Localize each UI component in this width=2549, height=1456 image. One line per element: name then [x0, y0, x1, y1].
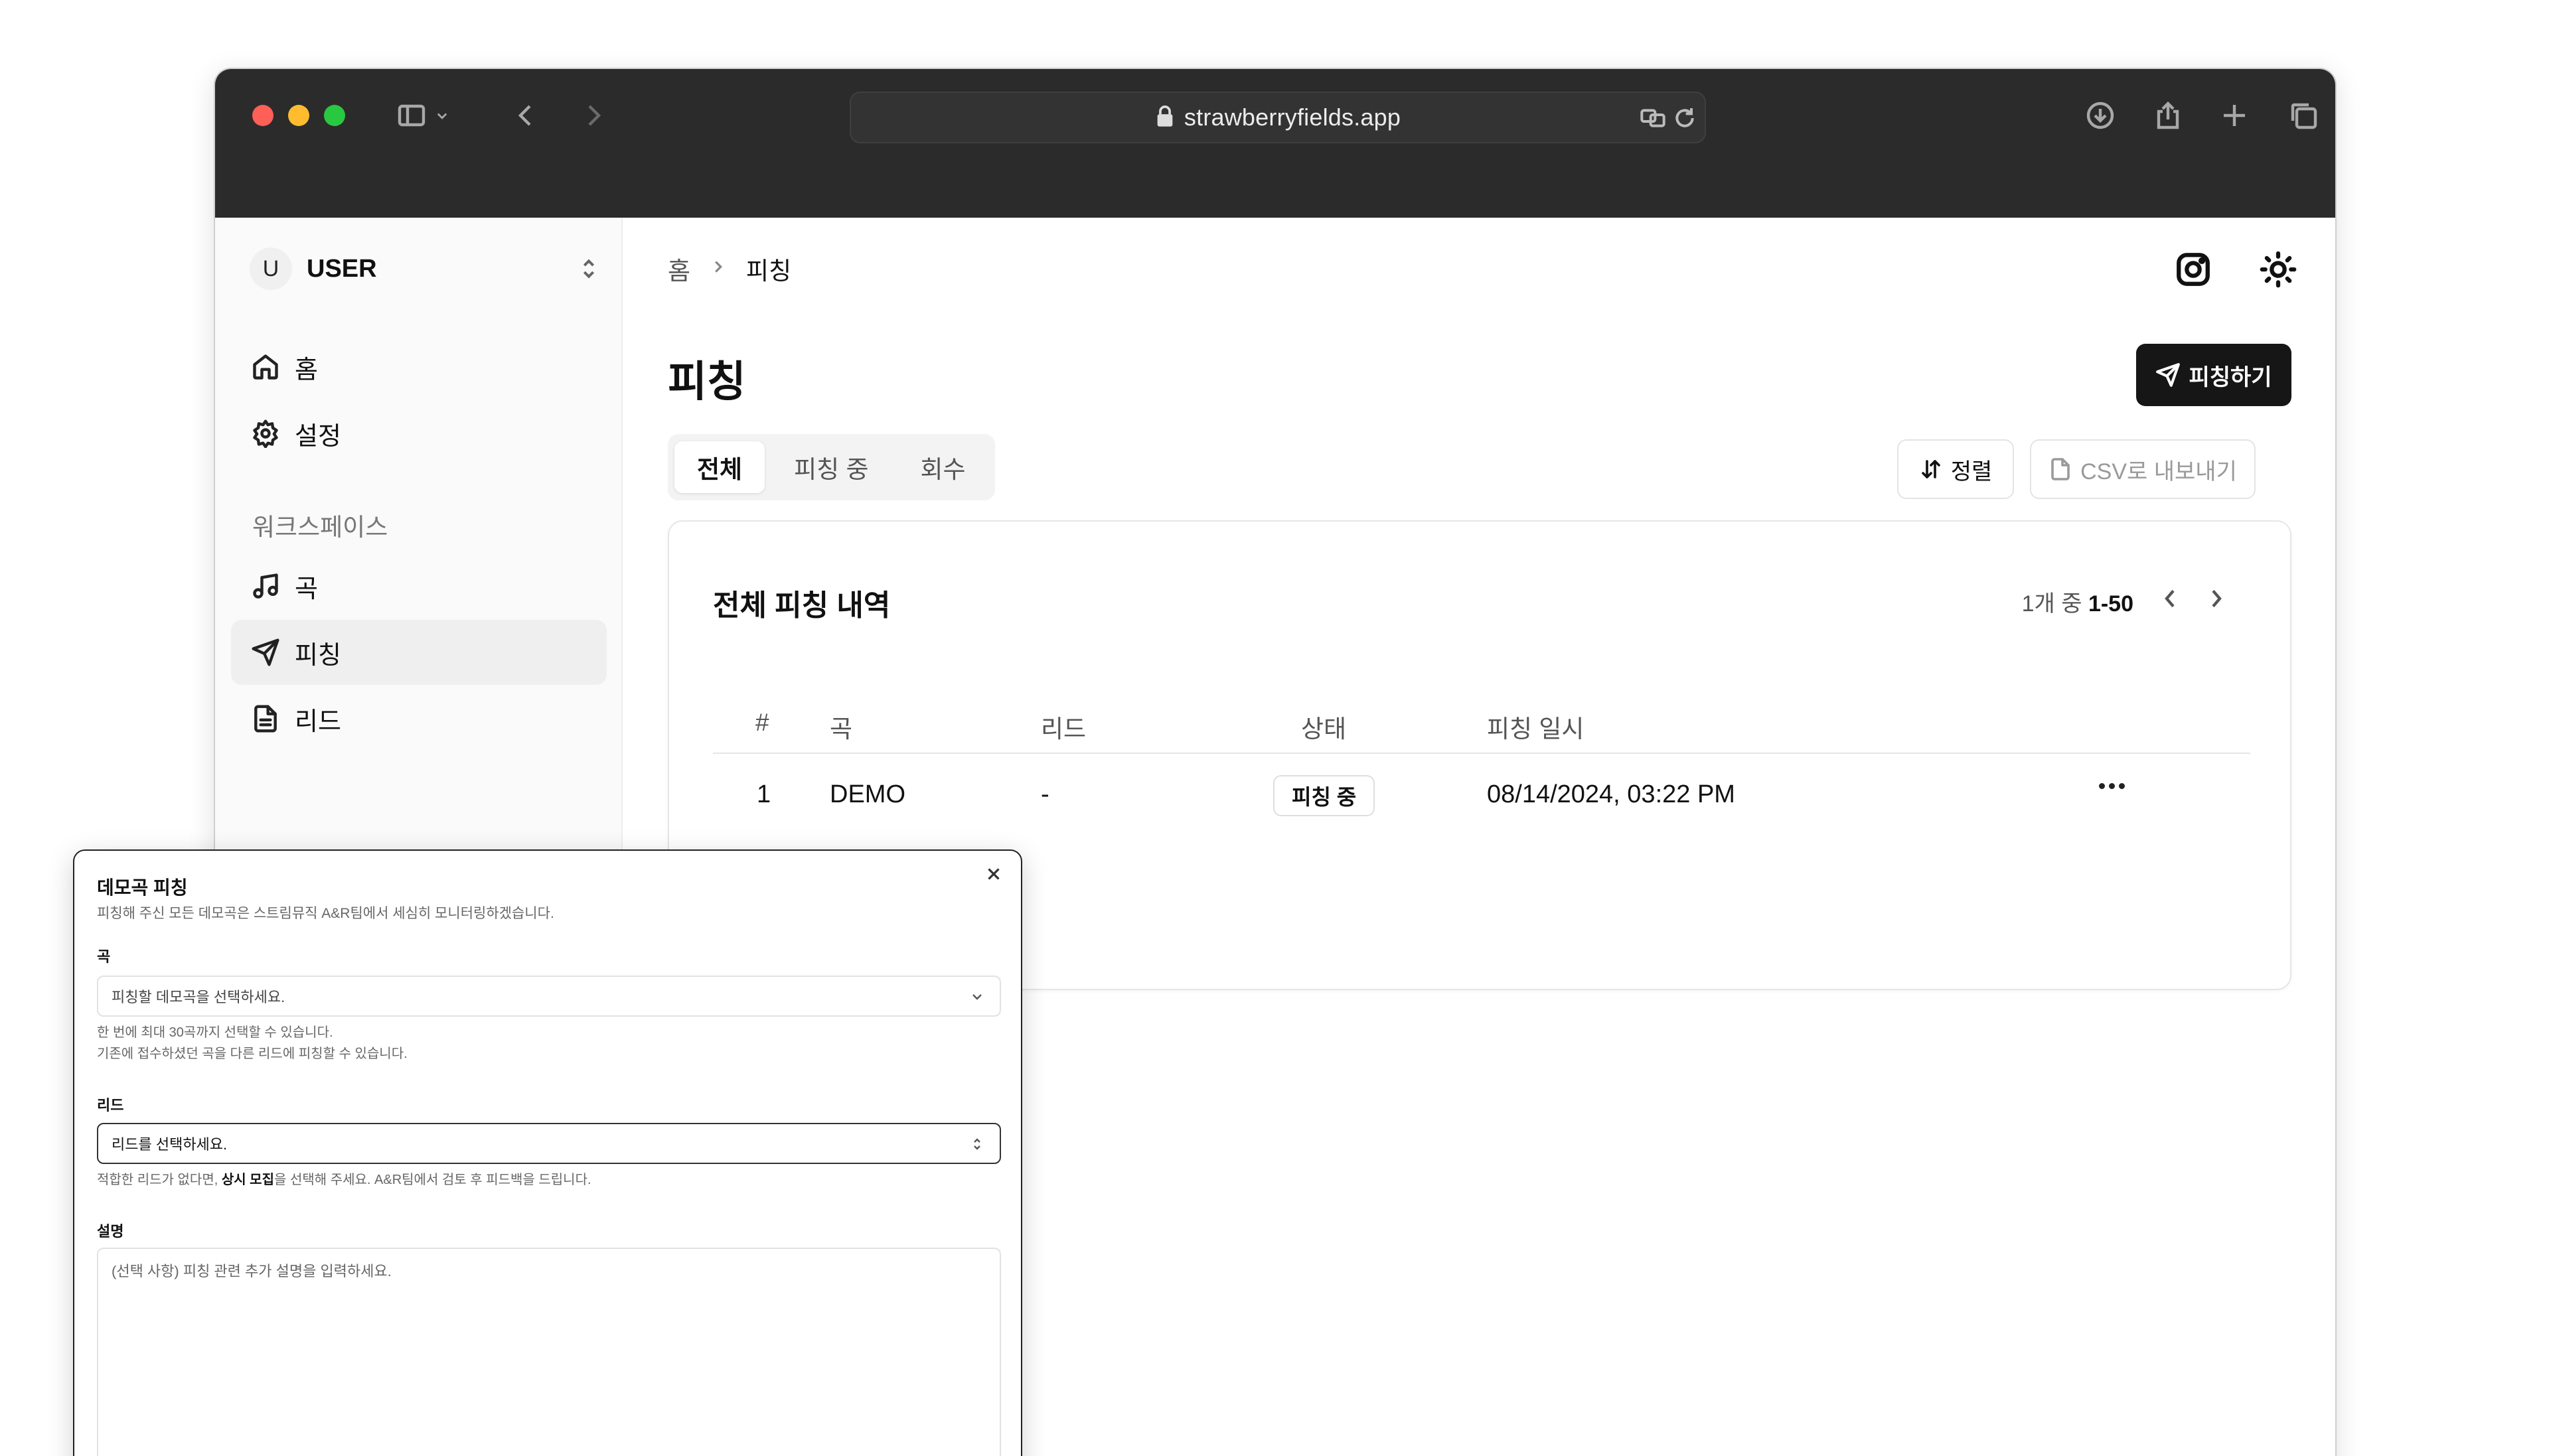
new-tab-icon[interactable]: [2214, 96, 2254, 135]
sidebar-item-pitching[interactable]: 피칭: [231, 620, 607, 685]
pitch-button-label: 피칭하기: [2189, 364, 2272, 390]
sidebar-item-label: 홈: [295, 356, 318, 384]
url-text: strawberryfields.app: [1184, 104, 1401, 131]
send-icon: [2156, 363, 2181, 387]
download-icon[interactable]: [2080, 96, 2120, 135]
row-song: DEMO: [830, 780, 905, 808]
chevron-right-icon: [710, 255, 726, 283]
dialog-title: 데모곡 피칭: [97, 877, 188, 898]
breadcrumb-home[interactable]: 홈: [668, 251, 690, 287]
close-window-button[interactable]: [252, 105, 273, 126]
pagination-range: 1-50: [2088, 591, 2133, 617]
sidebar-item-label: 설정: [295, 422, 341, 451]
description-placeholder: (선택 사항) 피칭 관련 추가 설명을 입력하세요.: [112, 1263, 392, 1279]
tab-list: 전체 피칭 중 회수: [668, 434, 995, 500]
chevron-up-down-icon: [974, 1138, 980, 1150]
song-field-label: 곡: [97, 948, 111, 965]
sidebar-item-label: 곡: [295, 575, 318, 603]
chevron-down-icon[interactable]: [429, 96, 455, 135]
browser-titlebar: strawberryfields.app: [215, 69, 2335, 218]
column-header-song: 곡: [830, 715, 853, 743]
tab-all[interactable]: 전체: [674, 441, 765, 493]
breadcrumb: 홈 피칭: [668, 246, 791, 292]
zoom-window-button[interactable]: [324, 105, 345, 126]
prev-page-icon[interactable]: [2160, 585, 2180, 618]
export-csv-button[interactable]: CSV로 내보내기: [2030, 439, 2256, 499]
row-date: 08/14/2024, 03:22 PM: [1487, 780, 1735, 808]
card-title: 전체 피칭 내역: [713, 589, 891, 622]
share-icon[interactable]: [2148, 96, 2188, 135]
close-icon[interactable]: [984, 864, 1008, 888]
description-textarea[interactable]: (선택 사항) 피칭 관련 추가 설명을 입력하세요.: [97, 1248, 1001, 1456]
forward-icon[interactable]: [574, 96, 613, 135]
chevron-up-down-icon: [579, 255, 601, 282]
pagination-text: 1개 중 1-50: [2022, 585, 2133, 618]
pitch-button[interactable]: 피칭하기: [2136, 344, 2291, 406]
user-switcher[interactable]: U USER: [250, 246, 601, 292]
pagination: 1개 중 1-50: [2022, 585, 2226, 618]
column-header-lead: 리드: [1041, 715, 1087, 743]
lead-hint-pre: 적합한 리드가 없다면,: [97, 1173, 222, 1187]
sidebar-item-songs[interactable]: 곡: [231, 553, 607, 619]
user-name: USER: [307, 254, 377, 283]
row-lead: -: [1041, 780, 1049, 808]
column-header-status: 상태: [1301, 715, 1347, 743]
tab-withdrawn[interactable]: 회수: [898, 441, 988, 493]
document-icon: [254, 705, 277, 733]
column-header-number: #: [755, 709, 769, 736]
row-number: 1: [757, 780, 771, 808]
section-label-workspace: 워크스페이스: [252, 514, 388, 541]
lead-hint-open-call: 상시 모집: [221, 1173, 274, 1187]
reload-icon[interactable]: [1671, 105, 1698, 131]
song-select-placeholder: 피칭할 데모곡을 선택하세요.: [112, 989, 285, 1005]
translate-icon[interactable]: [1640, 105, 1666, 131]
breadcrumb-current: 피칭: [746, 257, 792, 285]
sidebar-item-label: 피칭: [295, 641, 341, 670]
lead-select-placeholder: 리드를 선택하세요.: [112, 1136, 228, 1153]
instagram-icon[interactable]: [2171, 247, 2216, 292]
table-header: # 곡 리드 상태 피칭 일시: [713, 692, 2250, 754]
send-icon: [252, 638, 279, 666]
export-csv-button-label: CSV로 내보내기: [2080, 459, 2237, 484]
song-hint-limit: 한 번에 최대 30곡까지 선택할 수 있습니다.: [97, 1025, 333, 1040]
minimize-window-button[interactable]: [288, 105, 309, 126]
lead-hint: 적합한 리드가 없다면, 상시 모집을 선택해 주세요. A&R팀에서 검토 후…: [97, 1169, 591, 1191]
lead-select[interactable]: 리드를 선택하세요.: [97, 1123, 1001, 1164]
music-note-icon: [253, 573, 278, 599]
table-row[interactable]: 1 DEMO - 피칭 중 08/14/2024, 03:22 PM: [713, 754, 2250, 834]
sort-arrows-icon: [1921, 460, 1940, 478]
lock-icon: [1155, 105, 1175, 131]
song-hint-reuse: 기존에 접수하셨던 곡을 다른 리드에 피칭할 수 있습니다.: [97, 1047, 408, 1061]
status-badge: 피칭 중: [1273, 775, 1375, 816]
tabs-overview-icon[interactable]: [2283, 96, 2323, 135]
pitch-demo-dialog: 데모곡 피칭 피칭해 주신 모든 데모곡은 스트림뮤직 A&R팀에서 세심히 모…: [73, 849, 1022, 1456]
sort-button-label: 정렬: [1950, 459, 1993, 484]
dialog-subtitle: 피칭해 주신 모든 데모곡은 스트림뮤직 A&R팀에서 세심히 모니터링하겠습니…: [97, 906, 554, 921]
sidebar-item-leads[interactable]: 리드: [231, 686, 607, 751]
file-icon: [2051, 458, 2070, 480]
column-header-date: 피칭 일시: [1487, 715, 1584, 743]
lead-hint-post: 을 선택해 주세요. A&R팀에서 검토 후 피드백을 드립니다.: [274, 1173, 591, 1187]
sun-icon[interactable]: [2256, 247, 2301, 292]
song-select[interactable]: 피칭할 데모곡을 선택하세요.: [97, 976, 1001, 1017]
gear-icon: [253, 419, 278, 448]
sidebar-item-settings[interactable]: 설정: [231, 401, 607, 466]
address-bar[interactable]: strawberryfields.app: [850, 92, 1706, 143]
lead-field-label: 리드: [97, 1097, 124, 1114]
page-title: 피칭: [668, 358, 746, 405]
sidebar-item-label: 리드: [295, 707, 341, 736]
back-icon[interactable]: [506, 96, 546, 135]
pagination-prefix: 1개 중: [2021, 591, 2088, 617]
next-page-icon[interactable]: [2206, 585, 2226, 618]
avatar: U: [250, 248, 292, 290]
tab-pitching[interactable]: 피칭 중: [771, 441, 891, 493]
home-icon: [253, 354, 278, 380]
sidebar-item-home[interactable]: 홈: [231, 334, 607, 400]
chevron-down-icon: [972, 994, 982, 1000]
description-field-label: 설명: [97, 1223, 124, 1240]
sidebar-toggle-icon[interactable]: [392, 96, 431, 135]
more-actions-icon[interactable]: [2099, 783, 2125, 789]
sort-button[interactable]: 정렬: [1897, 439, 2014, 499]
